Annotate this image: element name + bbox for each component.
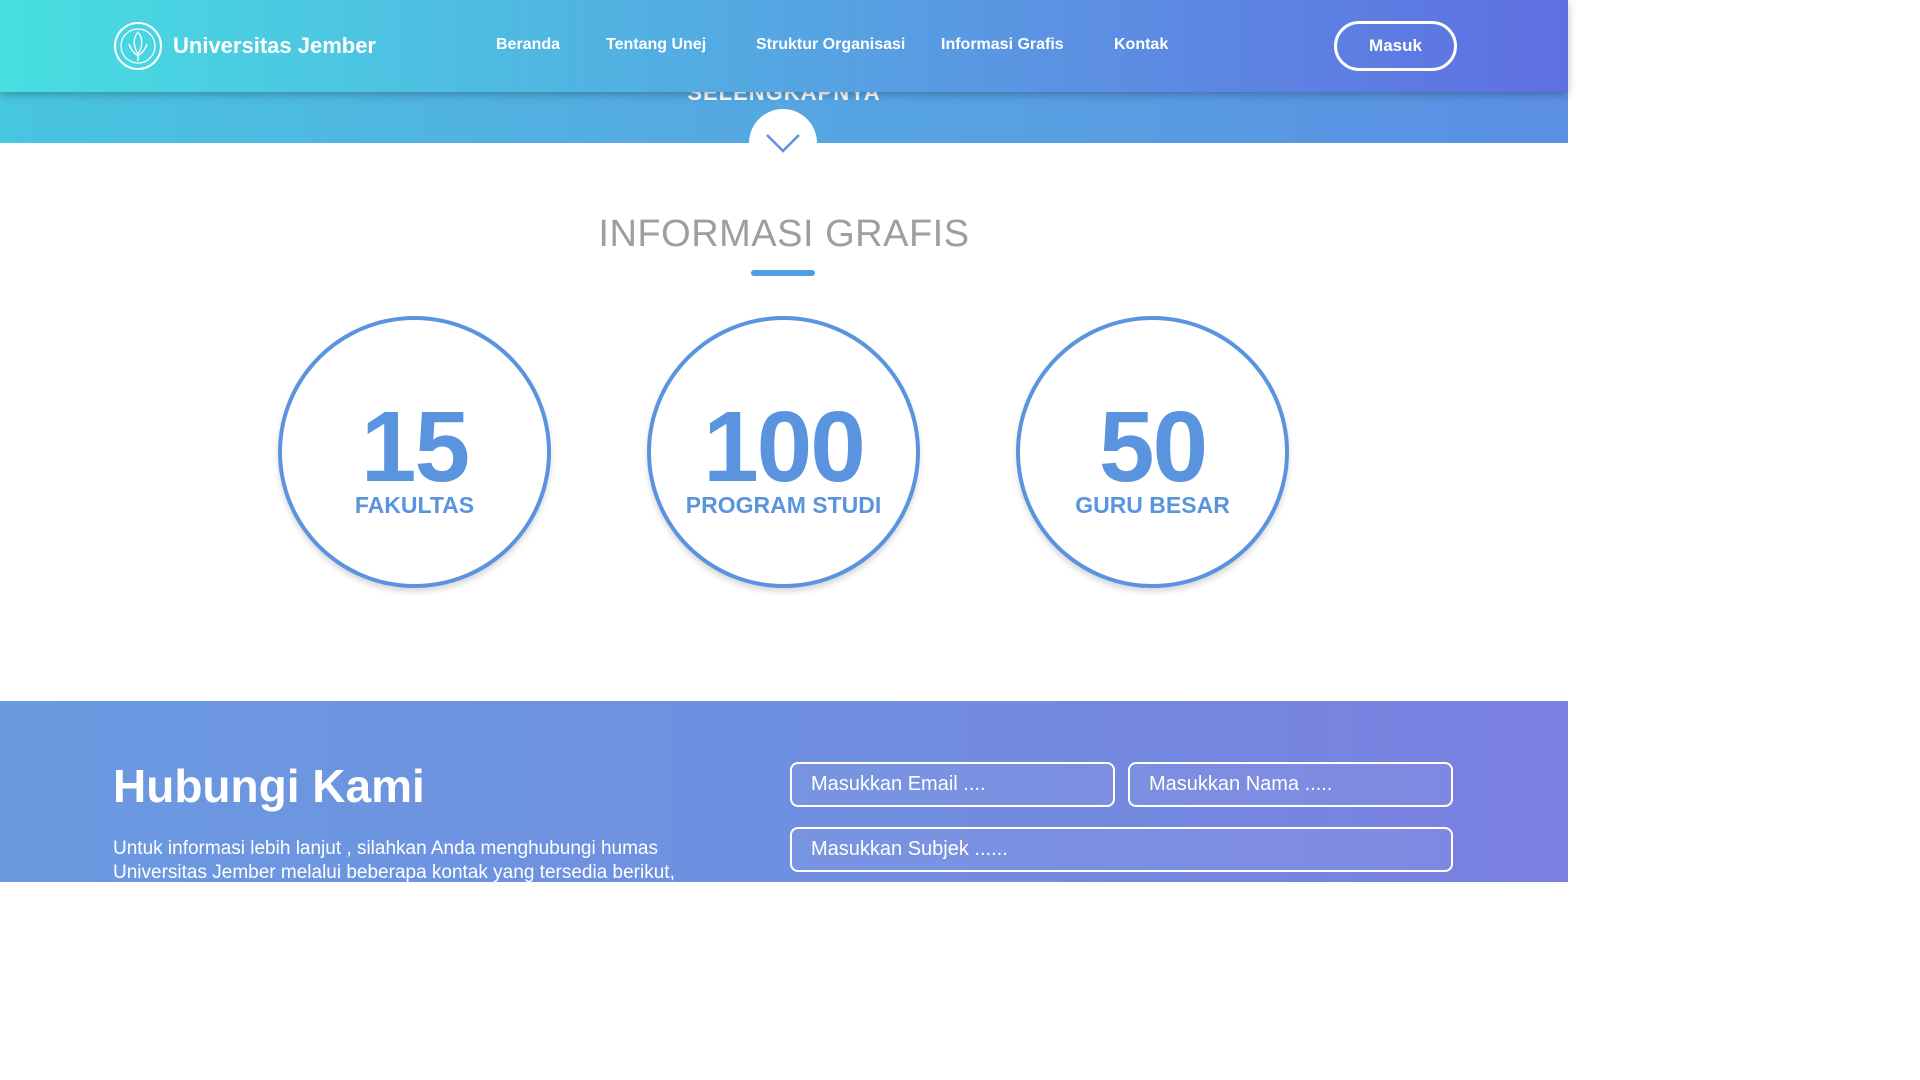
nav-item-tentang-unej[interactable]: Tentang Unej — [606, 36, 706, 54]
stat-label: GURU BESAR — [1075, 492, 1230, 518]
login-button[interactable]: Masuk — [1334, 21, 1457, 71]
stat-circle-fakultas: 15 FAKULTAS — [278, 316, 551, 588]
contact-title: Hubungi Kami — [113, 760, 425, 812]
stat-label: FAKULTAS — [354, 492, 475, 518]
stat-circle-guru-besar: 50 GURU BESAR — [1016, 316, 1289, 588]
stat-number: 100 — [703, 391, 866, 503]
name-field[interactable] — [1128, 762, 1453, 807]
contact-section: Hubungi Kami Untuk informasi lebih lanju… — [0, 701, 1568, 882]
section-title: INFORMASI GRAFIS — [598, 213, 970, 255]
stat-circle-program-studi: 100 PROGRAM STUDI — [647, 316, 920, 588]
nav-item-beranda[interactable]: Beranda — [496, 36, 560, 54]
stat-number: 50 — [1098, 391, 1208, 503]
university-logo-icon — [114, 22, 162, 70]
stat-number: 15 — [360, 391, 470, 503]
subject-field[interactable] — [790, 827, 1453, 872]
brand-name: Universitas Jember — [173, 33, 376, 58]
nav-item-kontak[interactable]: Kontak — [1114, 36, 1168, 54]
top-navbar: Universitas Jember Beranda Tentang Unej … — [0, 0, 1568, 92]
chevron-down-icon — [766, 134, 800, 153]
nav-item-informasi-grafis[interactable]: Informasi Grafis — [941, 36, 1064, 54]
brand[interactable]: Universitas Jember — [113, 20, 376, 72]
nav-item-struktur-organisasi[interactable]: Struktur Organisasi — [756, 36, 905, 54]
email-field[interactable] — [790, 762, 1115, 807]
stat-label: PROGRAM STUDI — [685, 492, 882, 518]
contact-description: Untuk informasi lebih lanjut , silahkan … — [113, 838, 675, 882]
title-underline — [751, 270, 815, 276]
scroll-down-button[interactable] — [749, 109, 817, 177]
